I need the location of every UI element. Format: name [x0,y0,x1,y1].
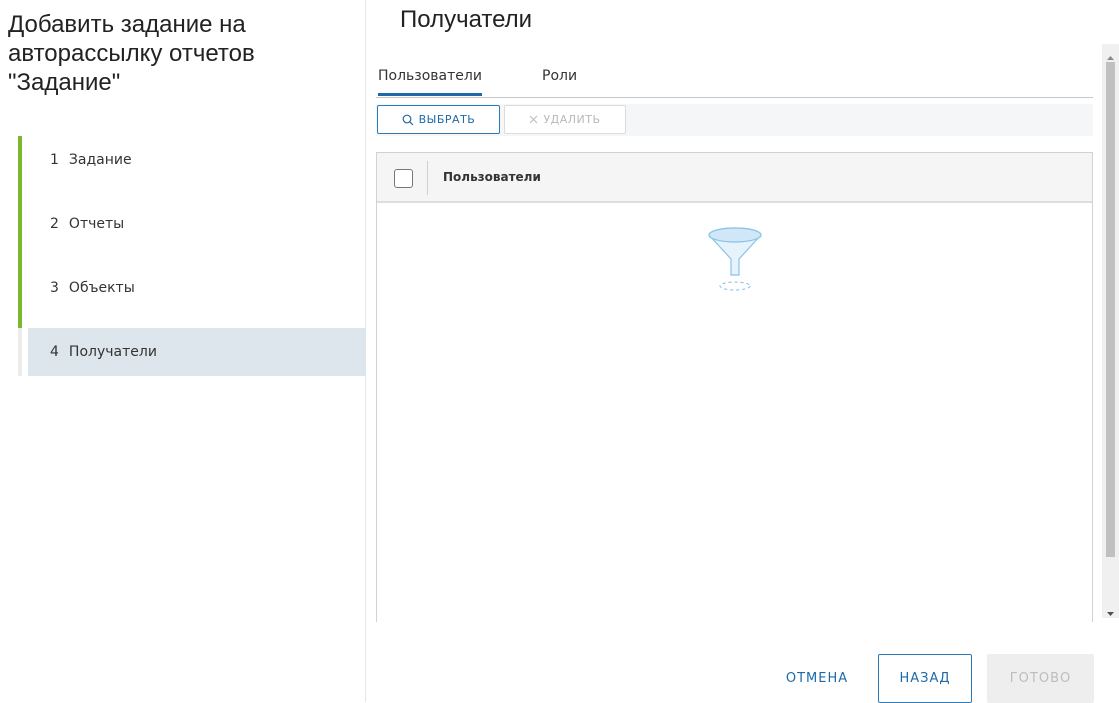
tab-roles[interactable]: Роли [542,68,577,84]
page-title: Получатели [400,6,533,33]
grid-header: Пользователи [377,153,1092,203]
step-label: Объекты [68,280,135,296]
step-number: 2 [50,216,59,232]
step-label: Получатели [68,344,157,360]
select-button[interactable]: ВЫБРАТЬ [377,105,500,134]
step-number: 1 [50,152,59,168]
step-progress-bar [18,264,22,328]
users-grid: Пользователи [376,152,1093,622]
column-divider [427,161,428,195]
back-button[interactable]: НАЗАД [878,654,972,703]
wizard-step-task[interactable]: 1 Задание [18,136,366,200]
close-icon [529,115,538,124]
column-header-users[interactable]: Пользователи [443,170,541,184]
step-progress-bar [18,328,22,376]
wizard-title: Добавить задание на авторассылку отчетов… [8,11,255,96]
tab-bar: Пользователи Роли [376,62,1093,98]
scroll-down-arrow-icon[interactable] [1102,604,1119,616]
scroll-up-arrow-icon[interactable] [1102,48,1119,60]
done-button: ГОТОВО [987,654,1094,703]
step-number: 3 [50,280,59,296]
wizard-step-recipients[interactable]: 4 Получатели [18,328,366,376]
search-icon [402,114,414,126]
tab-users[interactable]: Пользователи [378,68,482,96]
select-all-checkbox[interactable] [394,169,413,188]
select-button-label: ВЫБРАТЬ [418,113,476,126]
step-label: Отчеты [68,216,125,232]
step-progress-bar [18,136,22,200]
step-label: Задание [68,152,132,168]
delete-button: УДАЛИТЬ [504,105,626,134]
wizard-steps: 1 Задание 2 Отчеты 3 Объекты 4 Получател… [18,136,366,376]
step-number: 4 [50,344,59,360]
grid-toolbar: ВЫБРАТЬ УДАЛИТЬ [376,104,1093,136]
cancel-button[interactable]: ОТМЕНА [768,654,866,703]
wizard-sidebar: Добавить задание на авторассылку отчетов… [0,0,366,702]
scrollbar-thumb[interactable] [1106,62,1115,557]
step-progress-bar [18,200,22,264]
wizard-step-reports[interactable]: 2 Отчеты [18,200,366,264]
filter-funnel-icon [705,223,765,297]
vertical-scrollbar[interactable] [1102,44,1119,618]
wizard-step-objects[interactable]: 3 Объекты [18,264,366,328]
delete-button-label: УДАЛИТЬ [543,113,601,126]
